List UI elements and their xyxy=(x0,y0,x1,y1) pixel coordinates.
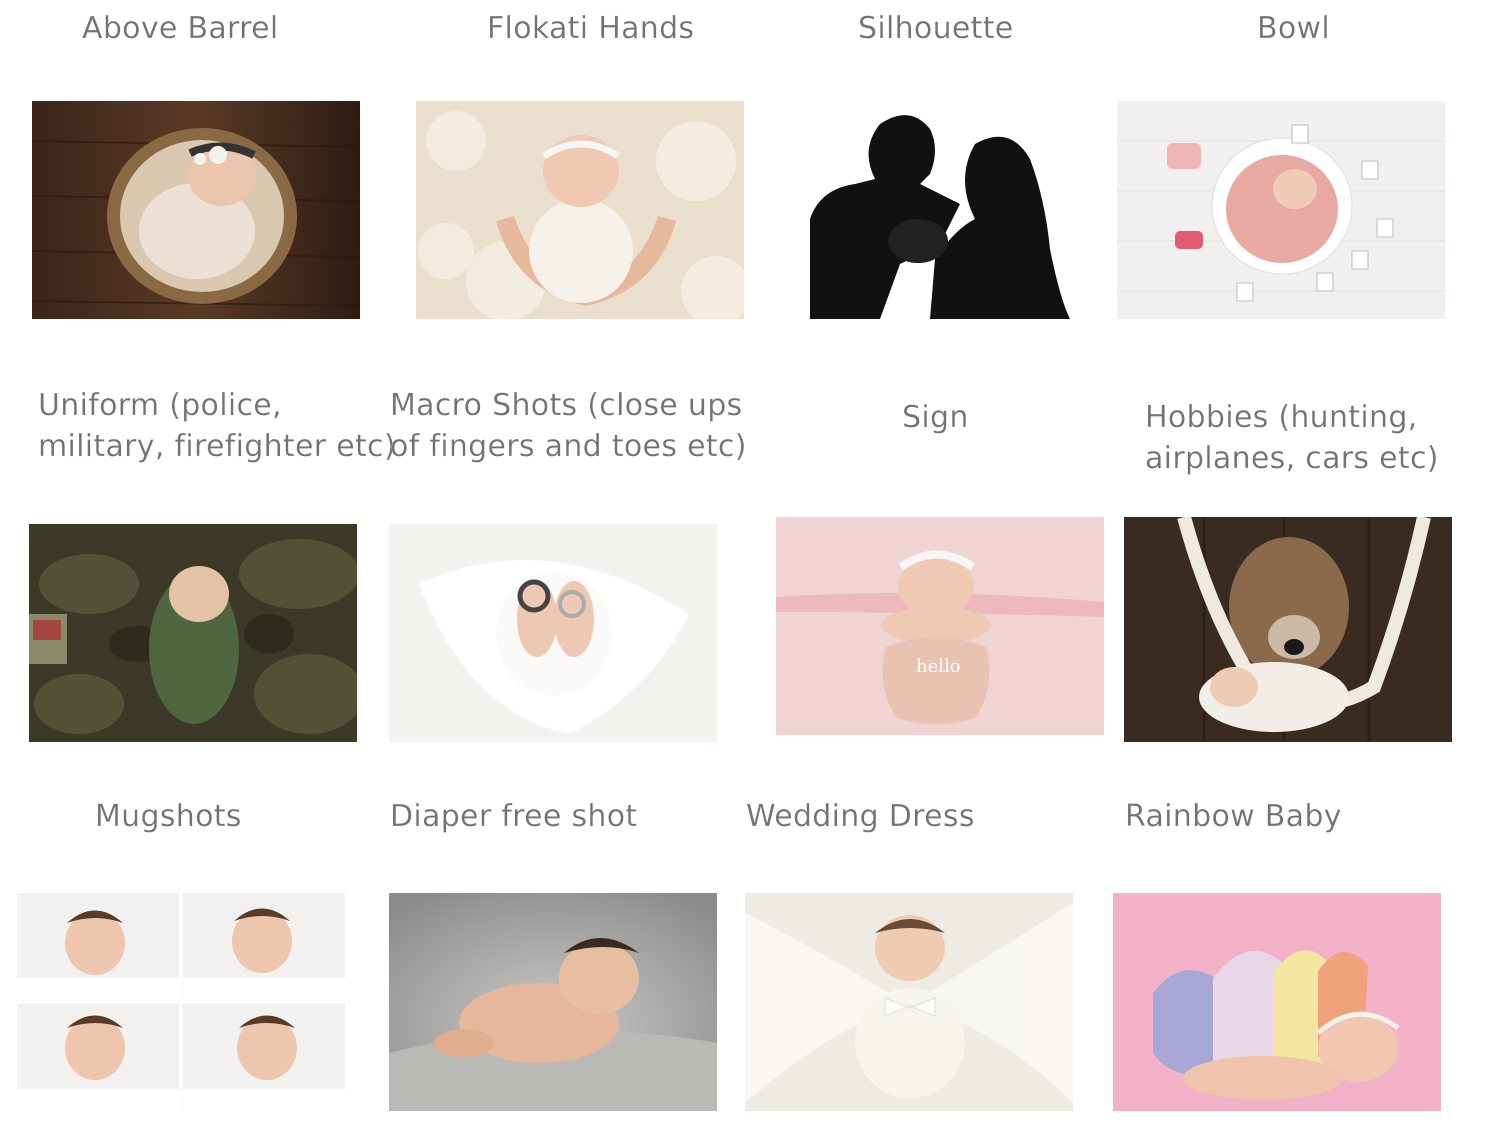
photo-mugshots[interactable] xyxy=(17,893,345,1111)
photo-uniform[interactable] xyxy=(29,524,357,742)
caption-above-barrel: Above Barrel xyxy=(82,11,279,46)
caption-bowl: Bowl xyxy=(1257,11,1331,46)
photo-flokati-hands[interactable] xyxy=(416,101,744,319)
photo-rainbow-baby[interactable] xyxy=(1113,893,1441,1111)
caption-wedding-dress: Wedding Dress xyxy=(746,799,975,834)
photo-silhouette[interactable] xyxy=(770,101,1098,319)
photo-above-barrel[interactable] xyxy=(32,101,360,319)
caption-diaper-free-shot: Diaper free shot xyxy=(390,799,638,834)
photo-bowl[interactable] xyxy=(1117,101,1445,319)
photo-wedding-dress[interactable] xyxy=(745,893,1073,1111)
caption-silhouette: Silhouette xyxy=(858,11,1014,46)
photo-sign[interactable]: hello xyxy=(776,517,1104,735)
caption-flokati-hands: Flokati Hands xyxy=(487,11,695,46)
caption-mugshots: Mugshots xyxy=(95,799,242,834)
caption-hobbies: Hobbies (hunting, airplanes, cars etc) xyxy=(1145,400,1439,476)
svg-text:hello: hello xyxy=(916,656,961,677)
caption-macro-shots: Macro Shots (close ups of fingers and to… xyxy=(390,388,747,464)
caption-rainbow-baby: Rainbow Baby xyxy=(1125,799,1342,834)
photo-diaper-free-shot[interactable] xyxy=(389,893,717,1111)
caption-sign: Sign xyxy=(902,400,969,435)
caption-uniform: Uniform (police, military, firefighter e… xyxy=(38,388,396,464)
photo-macro-shots[interactable] xyxy=(389,524,717,742)
photo-hobbies[interactable] xyxy=(1124,517,1452,742)
